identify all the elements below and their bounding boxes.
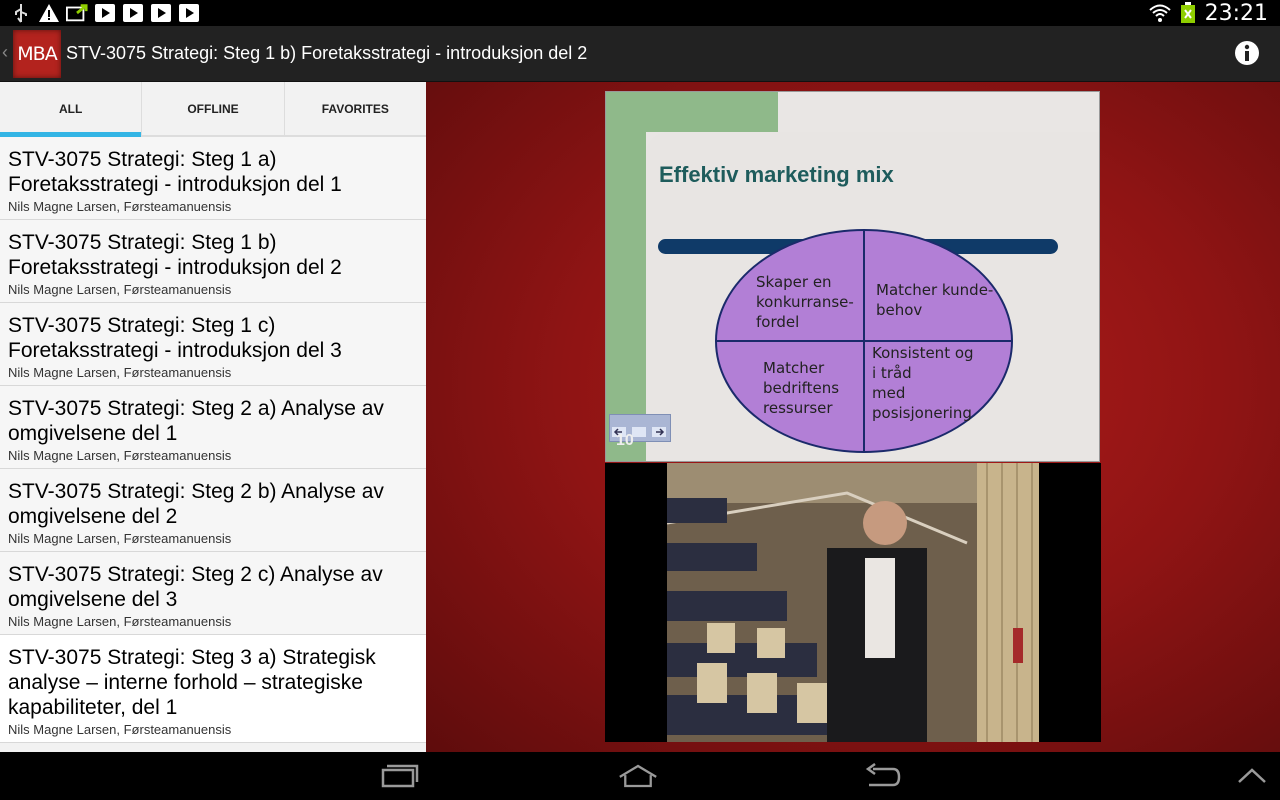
system-nav-bar [0,752,1280,800]
slide-decoration [606,92,778,132]
usb-icon [10,2,32,24]
action-bar: ‹ MBA STV-3075 Strategi: Steg 1 b) Foret… [0,26,1280,82]
info-icon[interactable] [1234,40,1260,66]
lecture-title: STV-3075 Strategi: Steg 1 a) Foretaksstr… [8,148,342,196]
wifi-icon [1148,2,1171,24]
lecture-title: STV-3075 Strategi: Steg 1 b) Foretaksstr… [8,231,342,279]
sync-icon [66,2,88,24]
play-store-icon [122,2,144,24]
play-store-icon [150,2,172,24]
lecture-author: Nils Magne Larsen, Førsteamanuensis [8,365,232,380]
play-store-icon [178,2,200,24]
notification-icons [10,2,200,24]
lecture-title: STV-3075 Strategi: Steg 1 c) Foretaksstr… [8,314,342,362]
list-item[interactable]: STV-3075 Strategi: Steg 1 a) Foretaksstr… [0,137,426,220]
lecture-author: Nils Magne Larsen, Førsteamanuensis [8,448,232,463]
clock: 23:21 [1204,0,1268,26]
battery-icon [1177,2,1199,24]
chevron-up-icon[interactable] [1232,760,1272,792]
video-frame [667,463,1039,742]
presentation-slide[interactable]: Effektiv marketing mix Skaper en konkurr… [605,91,1100,462]
slide-quadrant-text: Matcher kunde- behov [876,281,994,319]
slide-quadrant-text: Matcher bedriftens ressurser [763,359,840,417]
page-title: STV-3075 Strategi: Steg 1 b) Foretaksstr… [66,43,588,63]
lecture-author: Nils Magne Larsen, Førsteamanuensis [8,199,232,214]
list-item[interactable]: STV-3075 Strategi: Steg 2 c) Analyse av … [0,552,426,635]
play-store-icon [94,2,116,24]
status-bar: 23:21 [0,0,1280,26]
slide-quadrant-text: Skaper en konkurranse- fordel [756,273,854,331]
lecture-author: Nils Magne Larsen, Førsteamanuensis [8,531,232,546]
tab-all[interactable]: ALL [0,82,143,137]
back-chevron-icon[interactable]: ‹ [2,42,8,63]
home-icon[interactable] [618,760,658,792]
lecture-title: STV-3075 Strategi: Steg 2 b) Analyse av … [8,480,384,528]
lecture-author: Nils Magne Larsen, Førsteamanuensis [8,282,232,297]
slide-quadrant-text: Konsistent og i tråd med posisjonering [872,344,974,422]
list-item[interactable]: STV-3075 Strategi: Steg 2 a) Analyse av … [0,386,426,469]
lecture-title: STV-3075 Strategi: Steg 3 a) Strategisk … [8,646,376,719]
lecture-author: Nils Magne Larsen, Førsteamanuensis [8,614,232,629]
lecture-list-panel: ALL OFFLINE FAVORITES STV-3075 Strategi:… [0,82,426,752]
warning-icon [38,2,60,24]
back-icon[interactable] [862,760,902,792]
tab-offline[interactable]: OFFLINE [142,82,285,135]
slide-decoration [606,92,646,461]
lecture-title: STV-3075 Strategi: Steg 2 c) Analyse av … [8,563,383,611]
slide-title: Effektiv marketing mix [659,162,894,187]
lecture-author: Nils Magne Larsen, Førsteamanuensis [8,722,232,737]
video-player[interactable] [605,463,1101,742]
list-item[interactable]: STV-3075 Strategi: Steg 1 c) Foretaksstr… [0,303,426,386]
list-item[interactable]: STV-3075 Strategi: Steg 3 a) Strategisk … [0,635,426,743]
lecture-title: STV-3075 Strategi: Steg 2 a) Analyse av … [8,397,384,445]
recent-apps-icon[interactable] [380,760,420,792]
app-logo[interactable]: MBA [13,30,61,78]
tab-bar: ALL OFFLINE FAVORITES [0,82,426,137]
list-item[interactable]: STV-3075 Strategi: Steg 2 b) Analyse av … [0,469,426,552]
tab-favorites[interactable]: FAVORITES [285,82,426,135]
lecture-list: STV-3075 Strategi: Steg 1 a) Foretaksstr… [0,137,426,743]
list-item[interactable]: STV-3075 Strategi: Steg 1 b) Foretaksstr… [0,220,426,303]
slide-number: 10 [616,432,634,449]
